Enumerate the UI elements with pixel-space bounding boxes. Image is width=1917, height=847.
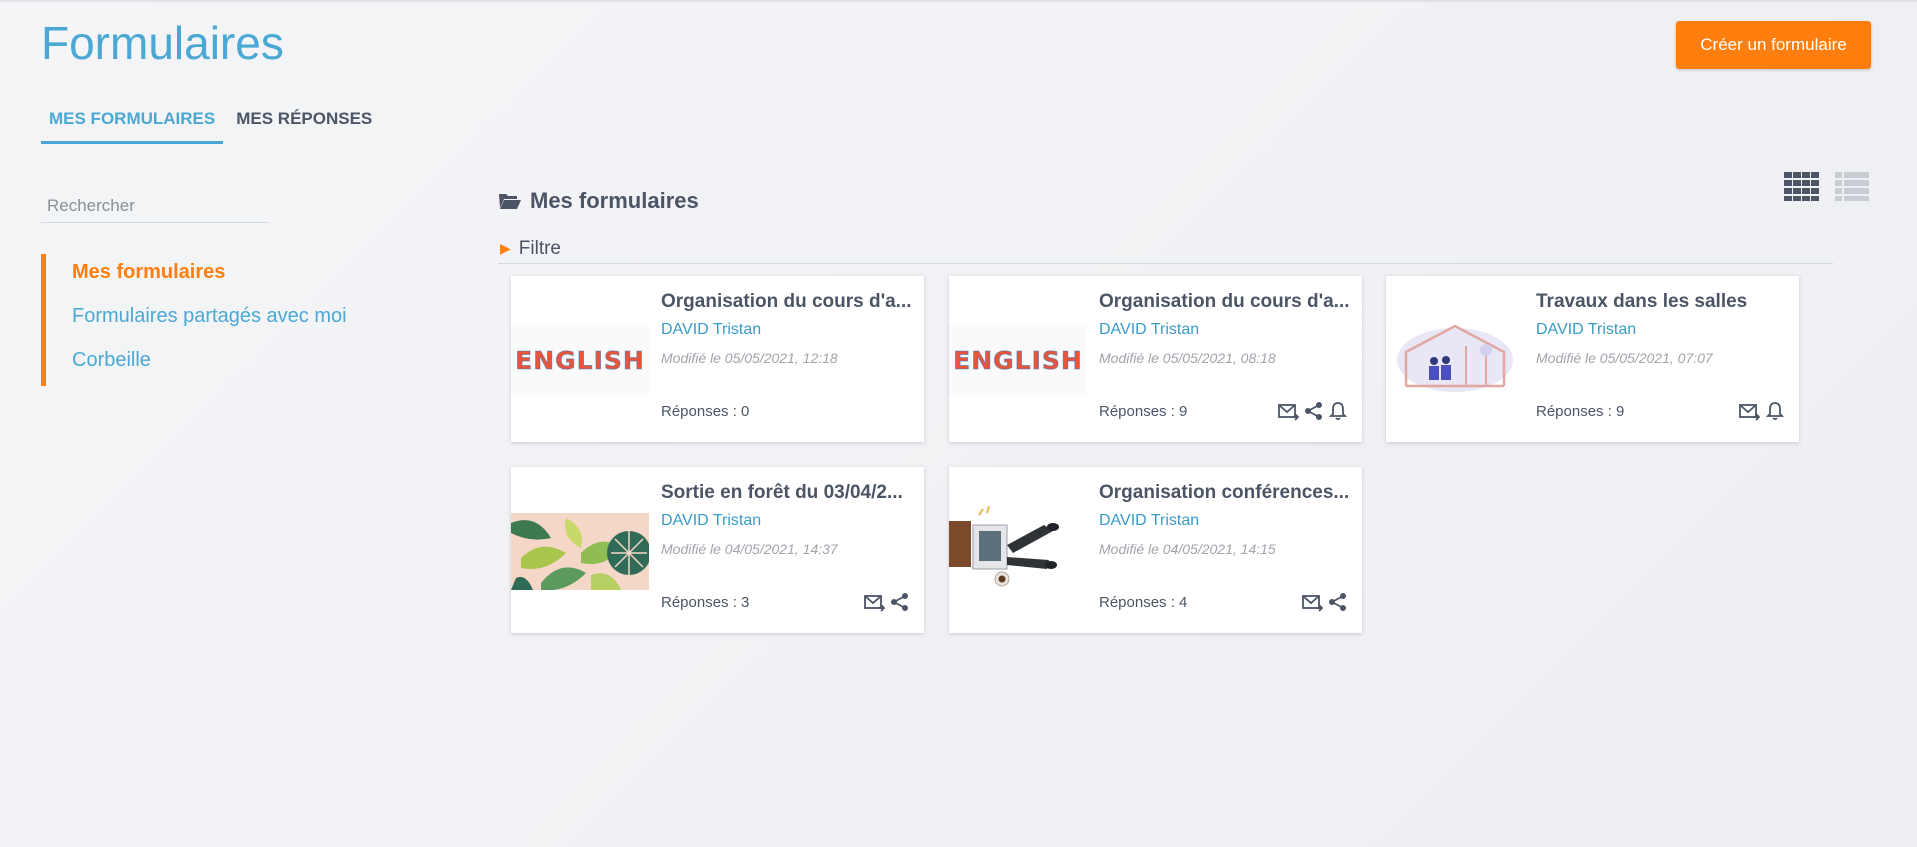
house-construction-image (1386, 316, 1524, 396)
list-view-icon[interactable] (1835, 172, 1869, 202)
send-mail-icon[interactable] (864, 592, 886, 612)
card-responses: Réponses : 3 (661, 594, 750, 611)
card-actions (864, 592, 910, 612)
share-icon[interactable] (1328, 592, 1348, 612)
card-author: DAVID Tristan (1099, 512, 1200, 529)
send-mail-icon[interactable] (1739, 401, 1761, 421)
svg-text:ENGLISH: ENGLISH (515, 346, 645, 375)
english-image: ENGLISH ENGLISH (949, 325, 1087, 395)
search-input[interactable] (41, 190, 269, 223)
svg-text:ENGLISH: ENGLISH (953, 346, 1083, 375)
card-author: DAVID Tristan (661, 512, 762, 529)
triangle-right-icon: ▶ (500, 240, 511, 256)
card-modified-date: Modifié le 05/05/2021, 12:18 (661, 350, 838, 366)
filter-label: Filtre (518, 237, 562, 259)
leaves-image (511, 513, 649, 590)
sidebar-item-corbeille[interactable]: Corbeille (72, 342, 347, 386)
form-card[interactable]: Sortie en forêt du 03/04/2... DAVID Tris… (511, 467, 924, 633)
create-form-button[interactable]: Créer un formulaire (1676, 21, 1871, 69)
tab-mes-reponses[interactable]: MES RÉPONSES (228, 100, 380, 144)
bell-icon[interactable] (1765, 401, 1785, 421)
form-card[interactable]: ENGLISH ENGLISH Organisation du cours d'… (949, 276, 1362, 442)
card-responses: Réponses : 9 (1536, 403, 1625, 420)
filter-toggle[interactable]: ▶ Filtre (498, 234, 1833, 264)
card-actions (1302, 592, 1348, 612)
card-modified-date: Modifié le 05/05/2021, 08:18 (1099, 350, 1276, 366)
card-title: Organisation du cours d'a... (661, 291, 912, 312)
share-icon[interactable] (890, 592, 910, 612)
tab-mes-formulaires[interactable]: MES FORMULAIRES (41, 100, 224, 144)
grid-view-toggle[interactable] (1784, 172, 1820, 202)
sidebar-item-mes-formulaires[interactable]: Mes formulaires (72, 254, 347, 298)
card-modified-date: Modifié le 04/05/2021, 14:37 (661, 541, 838, 557)
card-author: DAVID Tristan (661, 321, 762, 338)
sidebar-nav: Mes formulaires Formulaires partagés ave… (41, 254, 347, 386)
card-actions (1278, 401, 1348, 421)
card-responses: Réponses : 4 (1099, 594, 1188, 611)
desk-image (949, 505, 1087, 595)
form-card[interactable]: Travaux dans les salles DAVID Tristan Mo… (1386, 276, 1799, 442)
send-mail-icon[interactable] (1278, 401, 1300, 421)
bell-icon[interactable] (1328, 401, 1348, 421)
send-mail-icon[interactable] (1302, 592, 1324, 612)
page-title: Formulaires (41, 17, 284, 69)
card-title: Organisation conférences... (1099, 482, 1350, 503)
card-title: Organisation du cours d'a... (1099, 291, 1350, 312)
card-actions (1739, 401, 1785, 421)
english-image: ENGLISH ENGLISH (511, 325, 649, 395)
grid-view-icon[interactable] (1784, 172, 1820, 202)
section-title: Mes formulaires (498, 188, 699, 214)
card-responses: Réponses : 0 (661, 403, 750, 420)
card-author: DAVID Tristan (1099, 321, 1200, 338)
form-card[interactable]: ENGLISH ENGLISH Organisation du cours d'… (511, 276, 924, 442)
section-title-text: Mes formulaires (530, 188, 699, 213)
card-modified-date: Modifié le 04/05/2021, 14:15 (1099, 541, 1276, 557)
list-view-toggle[interactable] (1835, 172, 1869, 202)
card-author: DAVID Tristan (1536, 321, 1637, 338)
folder-open-icon (499, 194, 521, 209)
card-modified-date: Modifié le 05/05/2021, 07:07 (1536, 350, 1713, 366)
sidebar-item-partages[interactable]: Formulaires partagés avec moi (72, 298, 347, 342)
card-title: Sortie en forêt du 03/04/2... (661, 482, 903, 503)
tab-bar: MES FORMULAIRES MES RÉPONSES (41, 100, 385, 144)
card-title: Travaux dans les salles (1536, 291, 1748, 312)
card-responses: Réponses : 9 (1099, 403, 1188, 420)
share-icon[interactable] (1304, 401, 1324, 421)
form-card[interactable]: Organisation conférences... DAVID Trista… (949, 467, 1362, 633)
